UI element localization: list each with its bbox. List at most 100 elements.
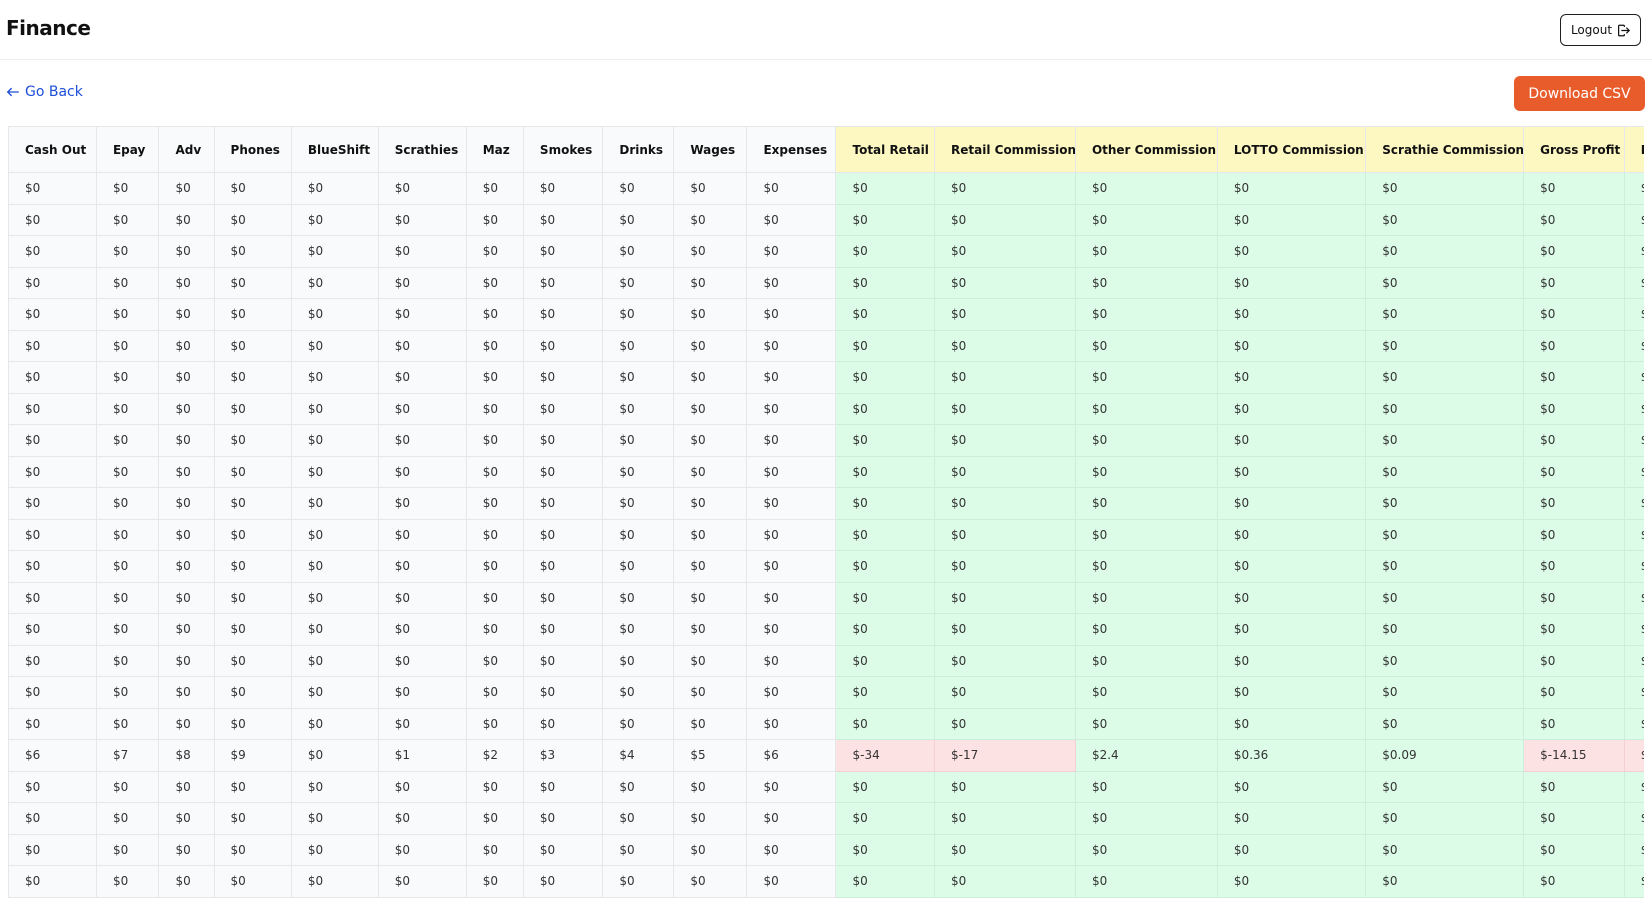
table-cell: $0 — [1216, 298, 1367, 331]
table-cell: $0 — [377, 770, 467, 803]
table-cell: $0 — [8, 329, 97, 362]
table-cell: $0 — [158, 581, 215, 614]
table-cell: $0 — [835, 329, 936, 362]
table-cell: $0 — [213, 424, 292, 457]
table-cell: $0 — [522, 392, 604, 425]
column-header: Scrathies — [377, 126, 467, 173]
table-cell: $0 — [8, 298, 97, 331]
table-cell: $0 — [158, 235, 215, 268]
table-cell: $0 — [8, 581, 97, 614]
table-cell: $0 — [746, 361, 837, 394]
table-row: $0$0$0$0$0$0$0$0$0$0$0$0$0$0$0$0$0$0 — [8, 770, 1644, 803]
table-cell: $0 — [1365, 518, 1525, 551]
table-cell: $0 — [1216, 329, 1367, 362]
table-cell: $0 — [1074, 770, 1218, 803]
table-cell: $0 — [1365, 676, 1525, 709]
table-cell: $0 — [158, 550, 215, 583]
table-cell: $0 — [522, 235, 604, 268]
table-cell: $8 — [158, 739, 215, 772]
table-cell: $0 — [522, 613, 604, 646]
table-cell: $0 — [8, 235, 97, 268]
table-cell: $0 — [602, 329, 675, 362]
logout-button[interactable]: Logout — [1560, 14, 1641, 46]
table-cell: $0 — [1216, 392, 1367, 425]
column-header: Net Profit — [1623, 126, 1644, 173]
table-cell: $0 — [746, 550, 837, 583]
table-cell: $0 — [213, 581, 292, 614]
table-cell: $0 — [290, 676, 379, 709]
table-cell: $0 — [95, 266, 160, 299]
table-cell: $0 — [1623, 172, 1644, 205]
table-cell: $2 — [465, 739, 524, 772]
table-cell: $0 — [95, 770, 160, 803]
finance-table-container[interactable]: Cash Out Epay Adv Phones BlueShift Scrathies M… — [8, 126, 1644, 908]
table-cell: $0 — [934, 833, 1076, 866]
table-row: $0$0$0$0$0$0$0$0$0$0$0$0$0$0$0$0$0$0 — [8, 833, 1644, 866]
table-cell: $0 — [158, 770, 215, 803]
table-cell: $0 — [95, 518, 160, 551]
table-cell: $0 — [1216, 676, 1367, 709]
download-csv-button[interactable]: Download CSV — [1514, 76, 1645, 111]
column-header: Adv — [158, 126, 215, 173]
table-cell: $0 — [746, 613, 837, 646]
table-cell: $0 — [465, 833, 524, 866]
table-cell: $0 — [1074, 392, 1218, 425]
table-cell: $0 — [158, 487, 215, 520]
table-cell: $0 — [1216, 865, 1367, 898]
table-cell: $0 — [602, 361, 675, 394]
table-cell: $0 — [602, 298, 675, 331]
table-cell: $0 — [1523, 455, 1625, 488]
table-cell: $0 — [522, 802, 604, 835]
table-cell: $3 — [522, 739, 604, 772]
table-cell: $0 — [934, 644, 1076, 677]
table-cell: $0 — [1216, 833, 1367, 866]
column-header: Gross Profit — [1523, 126, 1625, 173]
column-header: BlueShift — [290, 126, 379, 173]
table-cell: $0 — [158, 518, 215, 551]
table-cell: $0 — [465, 676, 524, 709]
table-cell: $0 — [1623, 865, 1644, 898]
table-cell: $0 — [1523, 550, 1625, 583]
table-cell: $6 — [746, 739, 837, 772]
table-cell: $0 — [673, 550, 748, 583]
table-cell: $0 — [377, 518, 467, 551]
table-cell: $0 — [213, 361, 292, 394]
table-cell: $0 — [290, 770, 379, 803]
table-cell: $0 — [1216, 235, 1367, 268]
table-cell: $0 — [934, 802, 1076, 835]
table-cell: $0 — [602, 455, 675, 488]
table-cell: $-14.15 — [1523, 739, 1625, 772]
table-cell: $0 — [835, 235, 936, 268]
table-cell: $0 — [1074, 424, 1218, 457]
table-cell: $0 — [602, 172, 675, 205]
table-cell: $0 — [522, 172, 604, 205]
header-row: Cash Out Epay Adv Phones BlueShift Scrathies M… — [8, 126, 1644, 173]
table-cell: $-34 — [835, 739, 936, 772]
table-cell: $0 — [1523, 644, 1625, 677]
table-cell: $0 — [290, 172, 379, 205]
table-cell: $0 — [1074, 487, 1218, 520]
table-cell: $0 — [746, 833, 837, 866]
table-cell: $0 — [1523, 865, 1625, 898]
go-back-link[interactable]: Go Back — [6, 84, 83, 100]
table-cell: $0 — [835, 581, 936, 614]
table-cell: $5 — [673, 739, 748, 772]
table-cell: $0 — [213, 487, 292, 520]
column-header: Cash Out — [8, 126, 97, 173]
table-cell: $0 — [465, 770, 524, 803]
table-cell: $0 — [673, 266, 748, 299]
table-cell: $6 — [8, 739, 97, 772]
column-header: Expenses — [746, 126, 837, 173]
table-cell: $0 — [835, 613, 936, 646]
table-cell: $0 — [213, 550, 292, 583]
table-cell: $0 — [746, 266, 837, 299]
table-cell: $0 — [522, 644, 604, 677]
table-cell: $0 — [95, 235, 160, 268]
table-cell: $0 — [465, 802, 524, 835]
table-cell: $0 — [602, 802, 675, 835]
table-cell: $0 — [1216, 613, 1367, 646]
table-cell: $0 — [1216, 455, 1367, 488]
table-cell: $0 — [522, 865, 604, 898]
table-cell: $0 — [465, 329, 524, 362]
table-cell: $0 — [835, 487, 936, 520]
